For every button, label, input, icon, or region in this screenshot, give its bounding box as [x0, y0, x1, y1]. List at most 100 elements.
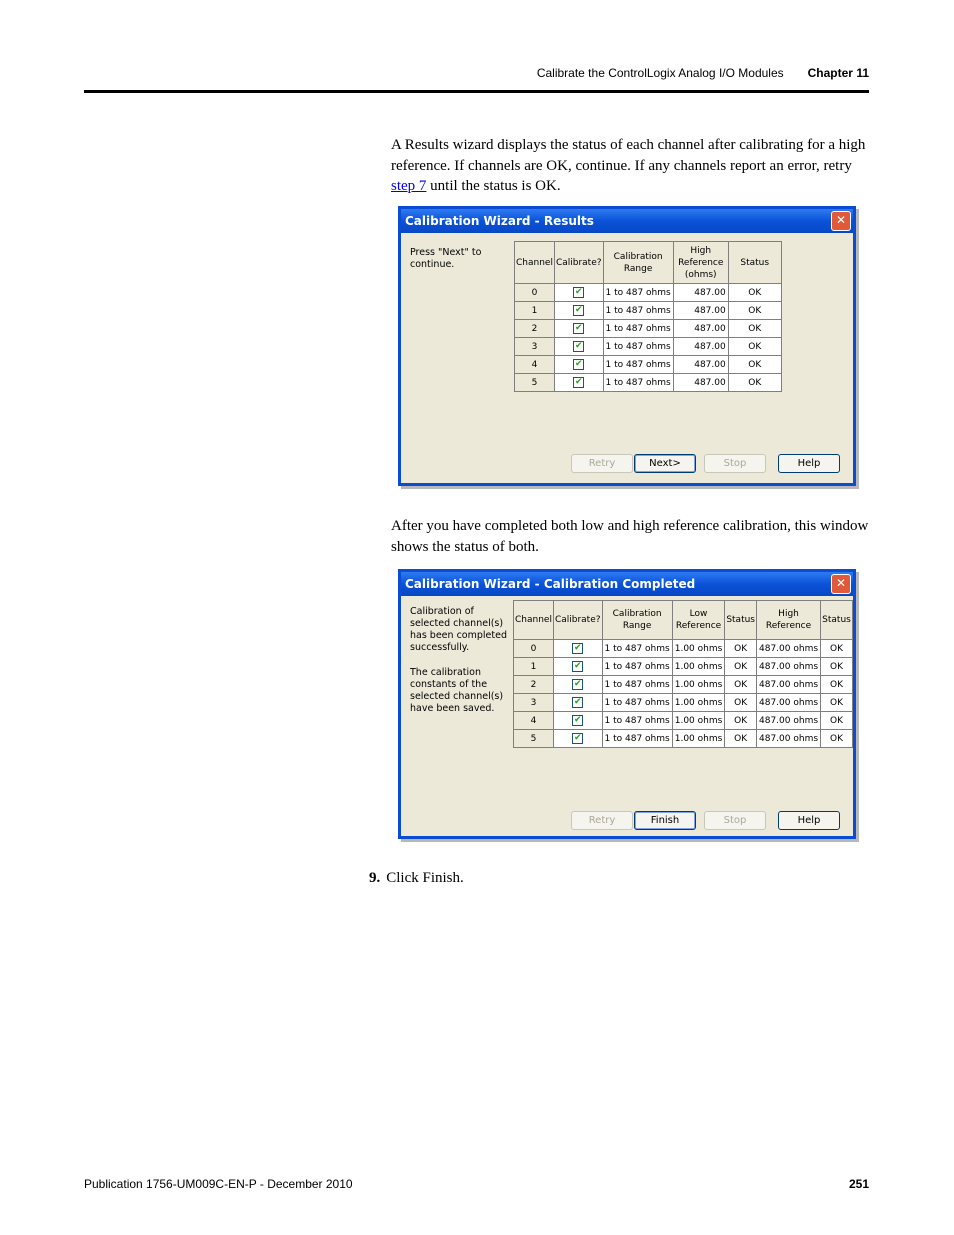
high-reference-cell: 487.00 ohms: [755, 729, 822, 748]
page-number: 251: [848, 1177, 869, 1191]
results-intro-paragraph: A Results wizard displays the status of …: [391, 135, 869, 197]
high-reference-cell: 487.00 ohms: [755, 711, 822, 730]
calibrate-checkbox[interactable]: ✔: [572, 643, 584, 654]
high-status-cell: OK: [820, 711, 853, 730]
page-footer: Publication 1756-UM009C-EN-P - December …: [84, 1177, 869, 1191]
low-reference-cell: 1.00 ohms: [671, 675, 726, 694]
completed-intro-paragraph: After you have completed both low and hi…: [391, 518, 869, 555]
calibrate-checkbox[interactable]: ✔: [572, 661, 584, 672]
col-high-reference: High Reference (ohms): [672, 241, 729, 284]
high-reference-cell: 487.00 ohms: [755, 639, 822, 658]
para1-after: until the status is OK.: [426, 178, 561, 194]
results-table-header: Channel Calibrate? Calibration Range Hig…: [514, 241, 782, 284]
table-row: 1 ✔ 1 to 487 ohms 1.00 ohms OK 487.00 ohms OK: [513, 657, 853, 676]
calibrate-checkbox[interactable]: ✔: [573, 305, 585, 316]
calibrate-cell: ✔: [553, 319, 604, 338]
stop-button[interactable]: Stop: [704, 454, 766, 473]
high-reference-cell: 487.00: [672, 283, 729, 302]
status-cell: OK: [727, 373, 782, 392]
low-status-cell: OK: [724, 693, 757, 712]
high-status-cell: OK: [820, 639, 853, 658]
low-reference-cell: 1.00 ohms: [671, 693, 726, 712]
calibrate-checkbox[interactable]: ✔: [573, 359, 585, 370]
status-cell: OK: [727, 337, 782, 356]
high-status-cell: OK: [820, 675, 853, 694]
retry-button[interactable]: Retry: [571, 454, 633, 473]
status-cell: OK: [727, 319, 782, 338]
header-text: Calibrate the ControlLogix Analog I/O Mo…: [537, 66, 869, 80]
channel-cell: 5: [514, 373, 555, 392]
completed-table-header: Channel Calibrate? Calibration Range Low…: [513, 600, 853, 640]
table-row: 2 ✔ 1 to 487 ohms 1.00 ohms OK 487.00 ohms OK: [513, 675, 853, 694]
table-row: 0 ✔ 1 to 487 ohms 1.00 ohms OK 487.00 ohms OK: [513, 639, 853, 658]
step-text: Click Finish.: [386, 870, 464, 886]
high-reference-cell: 487.00: [672, 373, 729, 392]
results-dialog-title: Calibration Wizard - Results: [405, 214, 594, 228]
col-channel: Channel: [514, 241, 555, 284]
range-cell: 1 to 487 ohms: [601, 657, 673, 676]
table-row: 5 ✔ 1 to 487 ohms 487.00 OK: [514, 373, 782, 392]
step-instruction: 9. Click Finish.: [369, 870, 464, 887]
calibrate-checkbox[interactable]: ✔: [572, 733, 584, 744]
channel-cell: 1: [514, 301, 555, 320]
col-low-reference: Low Reference: [671, 600, 726, 640]
calibrate-checkbox[interactable]: ✔: [573, 287, 585, 298]
col-calibrate: Calibrate?: [552, 600, 603, 640]
help-button[interactable]: Help: [778, 811, 840, 830]
range-cell: 1 to 487 ohms: [601, 729, 673, 748]
calibrate-checkbox[interactable]: ✔: [572, 715, 584, 726]
help-button[interactable]: Help: [778, 454, 840, 473]
low-reference-cell: 1.00 ohms: [671, 657, 726, 676]
channel-cell: 2: [513, 675, 554, 694]
calibrate-cell: ✔: [553, 373, 604, 392]
calibrate-cell: ✔: [553, 337, 604, 356]
stop-button[interactable]: Stop: [704, 811, 766, 830]
range-cell: 1 to 487 ohms: [601, 711, 673, 730]
step-7-link[interactable]: step 7: [391, 178, 426, 194]
saved-message: The calibration constants of the selecte…: [410, 667, 504, 714]
range-cell: 1 to 487 ohms: [601, 639, 673, 658]
results-dialog: Calibration Wizard - Results ✕ Press "Ne…: [398, 206, 856, 486]
high-reference-cell: 487.00: [672, 301, 729, 320]
close-icon[interactable]: ✕: [831, 574, 851, 594]
calibrate-cell: ✔: [553, 301, 604, 320]
finish-button[interactable]: Finish: [634, 811, 696, 830]
calibrate-cell: ✔: [552, 711, 603, 730]
table-row: 0 ✔ 1 to 487 ohms 487.00 OK: [514, 283, 782, 302]
col-range: Calibration Range: [602, 241, 674, 284]
para1-before: A Results wizard displays the status of …: [391, 137, 866, 174]
calibrate-cell: ✔: [553, 355, 604, 374]
range-cell: 1 to 487 ohms: [602, 373, 674, 392]
high-reference-cell: 487.00: [672, 319, 729, 338]
calibrate-cell: ✔: [552, 693, 603, 712]
calibrate-checkbox[interactable]: ✔: [573, 323, 585, 334]
retry-button[interactable]: Retry: [571, 811, 633, 830]
next-button[interactable]: Next>: [634, 454, 696, 473]
col-calibrate: Calibrate?: [553, 241, 604, 284]
high-reference-cell: 487.00: [672, 337, 729, 356]
range-cell: 1 to 487 ohms: [602, 337, 674, 356]
channel-cell: 5: [513, 729, 554, 748]
channel-cell: 3: [514, 337, 555, 356]
calibrate-cell: ✔: [552, 729, 603, 748]
high-status-cell: OK: [820, 693, 853, 712]
channel-cell: 1: [513, 657, 554, 676]
status-cell: OK: [727, 355, 782, 374]
range-cell: 1 to 487 ohms: [601, 693, 673, 712]
low-status-cell: OK: [724, 729, 757, 748]
calibrate-checkbox[interactable]: ✔: [572, 679, 584, 690]
page-header: Calibrate the ControlLogix Analog I/O Mo…: [84, 62, 869, 93]
range-cell: 1 to 487 ohms: [602, 319, 674, 338]
calibrate-checkbox[interactable]: ✔: [572, 697, 584, 708]
high-reference-cell: 487.00 ohms: [755, 693, 822, 712]
col-high-reference: High Reference: [755, 600, 822, 640]
low-status-cell: OK: [724, 657, 757, 676]
table-row: 3 ✔ 1 to 487 ohms 1.00 ohms OK 487.00 ohms OK: [513, 693, 853, 712]
col-range: Calibration Range: [601, 600, 673, 640]
col-status: Status: [727, 241, 782, 284]
table-row: 5 ✔ 1 to 487 ohms 1.00 ohms OK 487.00 ohms OK: [513, 729, 853, 748]
calibrate-checkbox[interactable]: ✔: [573, 341, 585, 352]
completed-message: Calibration of selected channel(s) has b…: [410, 606, 507, 653]
close-icon[interactable]: ✕: [831, 211, 851, 231]
calibrate-checkbox[interactable]: ✔: [573, 377, 585, 388]
